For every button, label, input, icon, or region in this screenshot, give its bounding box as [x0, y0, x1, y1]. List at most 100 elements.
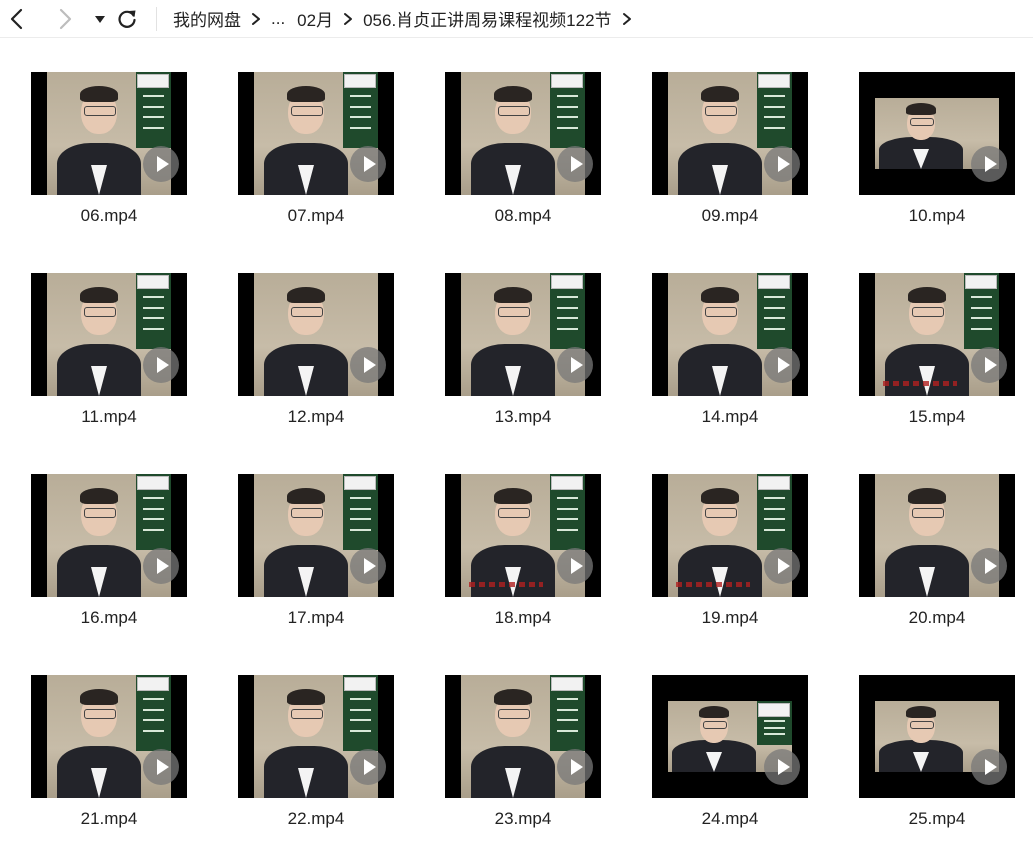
watermark-banner	[758, 275, 790, 289]
watermark-banner	[551, 476, 583, 490]
chalkboard-line	[764, 732, 786, 735]
presenter-hair	[80, 287, 118, 303]
file-tile[interactable]: 06.mp4	[19, 72, 199, 242]
file-name: 08.mp4	[494, 206, 552, 225]
video-thumbnail[interactable]	[859, 72, 1015, 195]
chalkboard-line	[350, 528, 372, 531]
chalkboard-line	[143, 295, 165, 298]
video-thumbnail[interactable]	[859, 474, 1015, 597]
video-thumbnail[interactable]	[238, 273, 394, 396]
file-tile[interactable]: 22.mp4	[226, 675, 406, 845]
file-tile[interactable]: 07.mp4	[226, 72, 406, 242]
chevron-left-icon	[10, 8, 23, 29]
play-icon[interactable]	[350, 749, 386, 785]
play-icon[interactable]	[557, 548, 593, 584]
chalkboard-line	[143, 507, 165, 510]
video-thumbnail[interactable]	[652, 675, 808, 798]
file-tile[interactable]: 14.mp4	[640, 273, 820, 443]
video-thumbnail[interactable]	[445, 675, 601, 798]
video-thumbnail[interactable]	[238, 474, 394, 597]
play-icon[interactable]	[971, 548, 1007, 584]
play-icon[interactable]	[764, 347, 800, 383]
file-tile[interactable]: 23.mp4	[433, 675, 613, 845]
breadcrumb-item-root[interactable]: 我的网盘	[173, 6, 241, 31]
presenter-hair	[494, 689, 532, 705]
video-thumbnail[interactable]	[445, 72, 601, 195]
forward-button[interactable]	[48, 0, 82, 38]
play-icon[interactable]	[350, 548, 386, 584]
play-icon[interactable]	[764, 749, 800, 785]
file-tile[interactable]: 19.mp4	[640, 474, 820, 644]
chalkboard-line	[557, 496, 579, 499]
chalkboard-line	[557, 528, 579, 531]
presenter-glasses	[912, 508, 944, 518]
video-thumbnail[interactable]	[31, 675, 187, 798]
file-tile[interactable]: 10.mp4	[847, 72, 1027, 242]
file-tile[interactable]: 16.mp4	[19, 474, 199, 644]
play-icon[interactable]	[557, 146, 593, 182]
video-thumbnail[interactable]	[652, 273, 808, 396]
play-icon[interactable]	[557, 749, 593, 785]
play-icon[interactable]	[764, 548, 800, 584]
presenter-glasses	[84, 709, 116, 719]
play-icon[interactable]	[143, 347, 179, 383]
presenter-glasses	[291, 307, 323, 317]
file-tile[interactable]: 08.mp4	[433, 72, 613, 242]
chalkboard-line	[143, 94, 165, 97]
video-thumbnail[interactable]	[652, 72, 808, 195]
video-thumbnail[interactable]	[445, 273, 601, 396]
play-icon[interactable]	[971, 347, 1007, 383]
presenter-glasses	[84, 508, 116, 518]
video-thumbnail[interactable]	[31, 72, 187, 195]
caret-down-icon	[95, 15, 105, 23]
breadcrumb-item-ellipsis[interactable]: ...	[271, 9, 285, 29]
file-tile[interactable]: 09.mp4	[640, 72, 820, 242]
play-icon[interactable]	[143, 749, 179, 785]
play-icon[interactable]	[143, 146, 179, 182]
play-icon[interactable]	[764, 146, 800, 182]
video-thumbnail[interactable]	[31, 273, 187, 396]
breadcrumb-item-current-folder[interactable]: 056.肖贞正讲周易课程视频122节	[363, 6, 611, 31]
breadcrumb-expand-button[interactable]	[616, 12, 638, 26]
file-name: 06.mp4	[80, 206, 138, 225]
play-icon[interactable]	[971, 749, 1007, 785]
file-name: 13.mp4	[494, 407, 552, 426]
file-tile[interactable]: 17.mp4	[226, 474, 406, 644]
back-button[interactable]	[0, 0, 34, 38]
chalkboard-line	[143, 327, 165, 330]
chalkboard-line	[143, 719, 165, 722]
chalkboard-line	[350, 708, 372, 711]
watermark-banner	[137, 677, 169, 691]
play-icon[interactable]	[350, 347, 386, 383]
play-icon[interactable]	[557, 347, 593, 383]
video-thumbnail[interactable]	[238, 72, 394, 195]
video-thumbnail[interactable]	[859, 675, 1015, 798]
play-icon[interactable]	[971, 146, 1007, 182]
video-thumbnail[interactable]	[445, 474, 601, 597]
file-tile[interactable]: 15.mp4	[847, 273, 1027, 443]
play-icon[interactable]	[350, 146, 386, 182]
file-tile[interactable]: 25.mp4	[847, 675, 1027, 845]
file-tile[interactable]: 12.mp4	[226, 273, 406, 443]
video-thumbnail[interactable]	[652, 474, 808, 597]
presenter-hair	[80, 488, 118, 504]
video-thumbnail[interactable]	[238, 675, 394, 798]
watermark-banner	[344, 74, 376, 88]
refresh-button[interactable]	[114, 0, 140, 38]
subtitle-caption	[883, 381, 958, 386]
file-tile[interactable]: 20.mp4	[847, 474, 1027, 644]
file-name: 21.mp4	[80, 809, 138, 828]
history-dropdown-button[interactable]	[90, 0, 110, 38]
file-tile[interactable]: 13.mp4	[433, 273, 613, 443]
file-tile[interactable]: 21.mp4	[19, 675, 199, 845]
video-thumbnail[interactable]	[31, 474, 187, 597]
chalkboard-line	[764, 317, 786, 320]
file-tile[interactable]: 24.mp4	[640, 675, 820, 845]
file-tile[interactable]: 11.mp4	[19, 273, 199, 443]
play-icon[interactable]	[143, 548, 179, 584]
watermark-banner	[551, 74, 583, 88]
breadcrumb-item-month[interactable]: 02月	[297, 6, 333, 31]
file-tile[interactable]: 18.mp4	[433, 474, 613, 644]
chalkboard-line	[143, 105, 165, 108]
video-thumbnail[interactable]	[859, 273, 1015, 396]
